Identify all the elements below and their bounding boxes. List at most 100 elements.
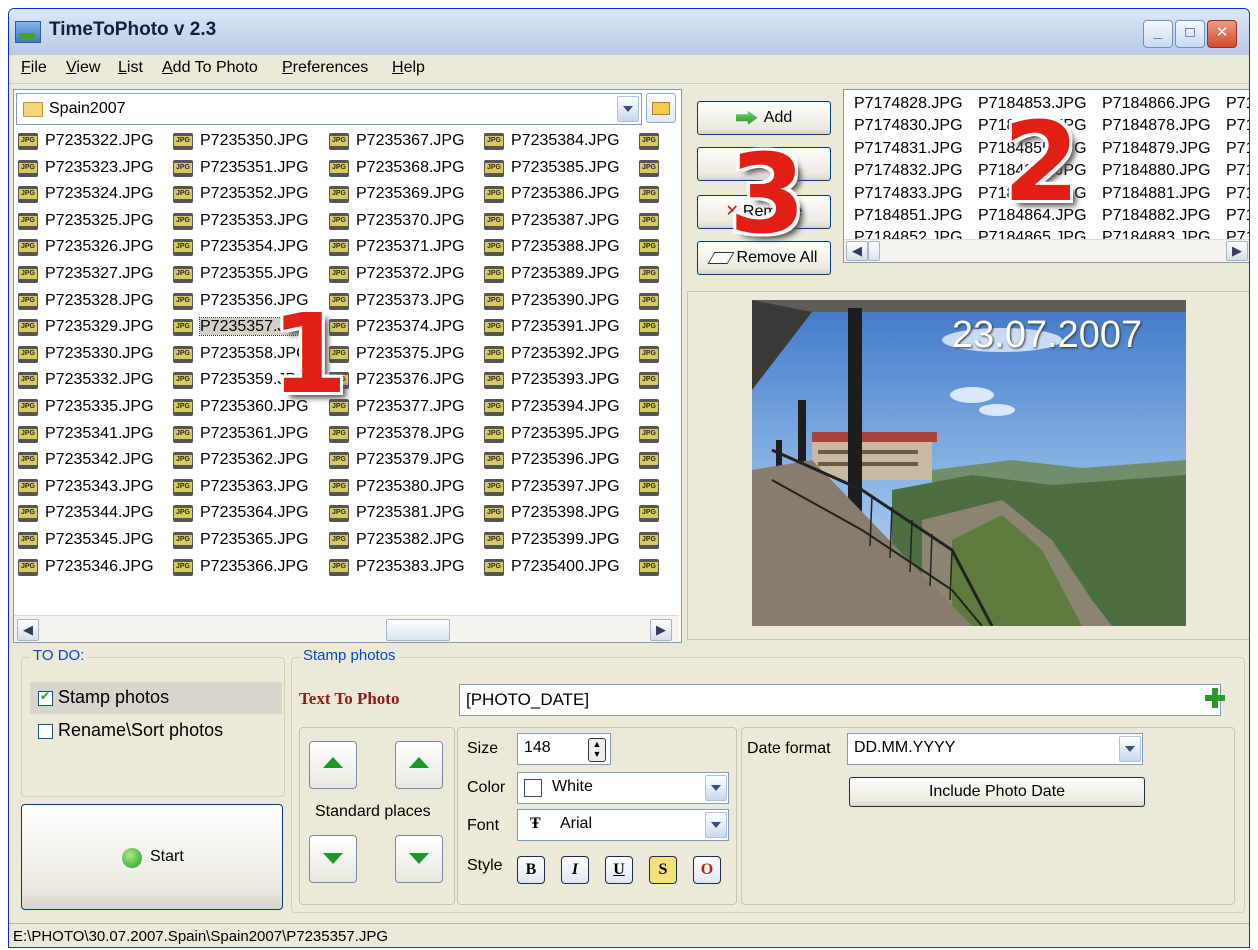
add-text-icon[interactable] (1205, 688, 1225, 708)
file-item[interactable] (637, 500, 676, 527)
added-file-item[interactable]: P7174828.JPG (854, 93, 984, 115)
added-file-item[interactable]: P7184880.JPG (1102, 160, 1232, 182)
maximize-button[interactable]: □ (1175, 20, 1205, 48)
file-item[interactable]: P7235353.JPG (171, 208, 326, 235)
file-item[interactable]: P7235380.JPG (327, 474, 482, 501)
start-button[interactable]: Start (21, 804, 283, 910)
folder-select[interactable]: Spain2007 (16, 93, 642, 125)
scroll-right-icon[interactable]: ▶ (650, 619, 672, 641)
file-item[interactable] (637, 447, 676, 474)
file-item[interactable] (637, 367, 676, 394)
file-item[interactable]: P7235376.JPG (327, 367, 482, 394)
browse-folder-button[interactable] (646, 93, 676, 123)
file-item[interactable]: P7235382.JPG (327, 527, 482, 554)
file-item[interactable]: P7235398.JPG (482, 500, 637, 527)
date-format-select[interactable]: DD.MM.YYYY (847, 733, 1143, 765)
file-item[interactable]: P7235373.JPG (327, 288, 482, 315)
file-item[interactable]: P7235385.JPG (482, 155, 637, 182)
file-item[interactable]: P7235394.JPG (482, 394, 637, 421)
chevron-down-icon[interactable] (617, 96, 639, 122)
file-item[interactable] (637, 155, 676, 182)
spinner-arrows-icon[interactable]: ▲ ▼ (588, 738, 606, 762)
file-item[interactable]: P7235365.JPG (171, 527, 326, 554)
scroll-thumb[interactable] (386, 619, 450, 641)
file-item[interactable]: P7235381.JPG (327, 500, 482, 527)
file-item[interactable]: P7235355.JPG (171, 261, 326, 288)
file-item[interactable]: P7235379.JPG (327, 447, 482, 474)
file-item[interactable]: P7235378.JPG (327, 421, 482, 448)
file-item[interactable]: P7235386.JPG (482, 181, 637, 208)
place-bottom-left-button[interactable] (309, 835, 357, 883)
file-item[interactable]: P7235369.JPG (327, 181, 482, 208)
stamp-photos-checkbox[interactable] (38, 689, 53, 706)
added-file-item[interactable]: P7184881.JPG (1102, 183, 1232, 205)
file-item[interactable] (637, 474, 676, 501)
file-item[interactable]: P7235346.JPG (16, 554, 171, 581)
shadow-button[interactable]: S (649, 856, 677, 884)
file-item[interactable]: P7235322.JPG (16, 128, 171, 155)
file-item[interactable] (637, 128, 676, 155)
file-item[interactable]: P7235366.JPG (171, 554, 326, 581)
added-file-item[interactable]: P7184878.JPG (1102, 115, 1232, 137)
file-item[interactable]: P7235387.JPG (482, 208, 637, 235)
file-item[interactable]: P7235351.JPG (171, 155, 326, 182)
file-item[interactable] (637, 181, 676, 208)
scroll-thumb[interactable] (868, 241, 880, 261)
menu-file[interactable]: File (21, 59, 47, 77)
file-item[interactable]: P7235326.JPG (16, 234, 171, 261)
file-item[interactable]: P7235324.JPG (16, 181, 171, 208)
scroll-left-icon[interactable]: ◀ (17, 619, 39, 641)
file-item[interactable]: P7235393.JPG (482, 367, 637, 394)
file-item[interactable]: P7235384.JPG (482, 128, 637, 155)
file-item[interactable]: P7235374.JPG (327, 314, 482, 341)
file-item[interactable]: P7235364.JPG (171, 500, 326, 527)
scroll-right-icon[interactable]: ▶ (1226, 241, 1248, 261)
place-top-right-button[interactable] (395, 741, 443, 789)
file-item[interactable] (637, 208, 676, 235)
font-select[interactable]: Ŧ Arial (517, 809, 729, 841)
file-item[interactable]: P7235335.JPG (16, 394, 171, 421)
file-item[interactable]: P7235341.JPG (16, 421, 171, 448)
place-top-left-button[interactable] (309, 741, 357, 789)
added-list-scrollbar[interactable]: ◀ ▶ (844, 239, 1249, 262)
file-item[interactable]: P7235383.JPG (327, 554, 482, 581)
file-item[interactable]: P7235327.JPG (16, 261, 171, 288)
file-item[interactable]: P7235372.JPG (327, 261, 482, 288)
file-item[interactable]: P7235391.JPG (482, 314, 637, 341)
file-item[interactable]: P7235367.JPG (327, 128, 482, 155)
file-item[interactable]: P7235354.JPG (171, 234, 326, 261)
file-list-scrollbar[interactable]: ◀ ▶ (14, 615, 679, 642)
file-item[interactable] (637, 234, 676, 261)
file-item[interactable]: P7235368.JPG (327, 155, 482, 182)
title-bar[interactable]: TimeToPhoto v 2.3 _ □ ✕ (9, 9, 1249, 56)
file-item[interactable]: P7235328.JPG (16, 288, 171, 315)
file-item[interactable] (637, 394, 676, 421)
file-item[interactable]: P7235377.JPG (327, 394, 482, 421)
menu-help[interactable]: Help (392, 59, 425, 77)
rename-photos-checkbox[interactable] (38, 724, 53, 739)
file-item[interactable]: P7235395.JPG (482, 421, 637, 448)
todo-item-stamp[interactable]: Stamp photos (30, 682, 282, 714)
file-item[interactable] (637, 261, 676, 288)
added-file-item[interactable]: P71 (1226, 160, 1249, 182)
file-item[interactable] (637, 314, 676, 341)
file-item[interactable]: P7235400.JPG (482, 554, 637, 581)
added-file-item[interactable]: P71 (1226, 183, 1249, 205)
file-item[interactable]: P7235344.JPG (16, 500, 171, 527)
added-file-item[interactable]: P7174832.JPG (854, 160, 984, 182)
file-item[interactable]: P7235388.JPG (482, 234, 637, 261)
file-item[interactable]: P7235342.JPG (16, 447, 171, 474)
file-item[interactable]: P7235392.JPG (482, 341, 637, 368)
file-item[interactable]: P7235329.JPG (16, 314, 171, 341)
scroll-left-icon[interactable]: ◀ (846, 241, 868, 261)
italic-button[interactable]: I (561, 856, 589, 884)
chevron-down-icon[interactable] (705, 775, 727, 801)
file-item[interactable]: P7235397.JPG (482, 474, 637, 501)
added-file-item[interactable]: P7184851.JPG (854, 205, 984, 227)
added-file-item[interactable]: P7184879.JPG (1102, 138, 1232, 160)
file-item[interactable]: P7235363.JPG (171, 474, 326, 501)
file-item[interactable]: P7235330.JPG (16, 341, 171, 368)
text-to-photo-input[interactable]: [PHOTO_DATE] (459, 684, 1221, 716)
added-file-item[interactable]: P71 (1226, 205, 1249, 227)
file-item[interactable]: P7235396.JPG (482, 447, 637, 474)
